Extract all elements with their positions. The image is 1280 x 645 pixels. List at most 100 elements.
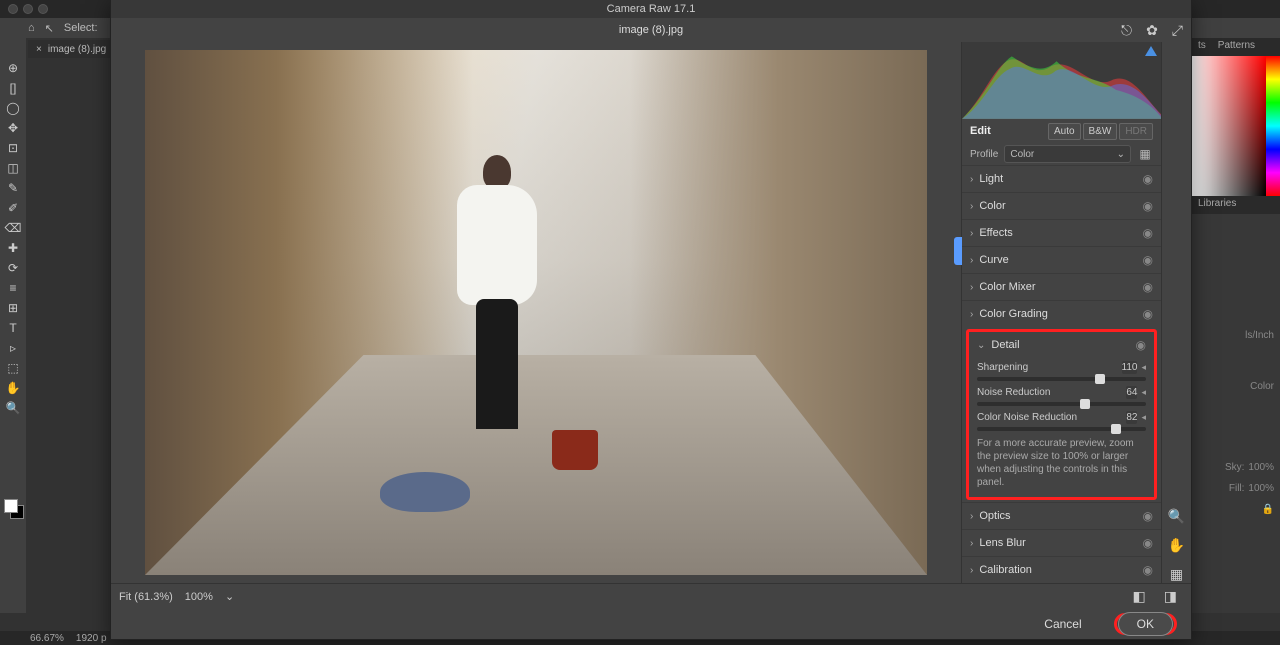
visibility-icon[interactable]: ◉ [1136, 338, 1146, 352]
section-detail[interactable]: ⌄ Detail ◉ [969, 332, 1154, 358]
reset-icon[interactable]: ◂ [1141, 362, 1146, 372]
tool-type[interactable]: T [3, 320, 23, 336]
cr-title-text: Camera Raw 17.1 [607, 3, 696, 15]
cr-zoom-bar: Fit (61.3%) 100% ⌄ ◧ ◨ [111, 583, 1191, 609]
tool-lasso[interactable]: ◯ [3, 100, 23, 116]
tool-zoom[interactable]: 🔍 [3, 400, 23, 416]
chevron-right-icon: › [970, 255, 973, 266]
section-effects[interactable]: ›Effects◉ [962, 220, 1161, 246]
document-tab[interactable]: × image (8).jpg [28, 40, 114, 58]
export-icon[interactable]: ⎋ [1121, 22, 1132, 39]
cnr-value[interactable]: 82 [1126, 411, 1137, 424]
cnr-slider[interactable] [977, 427, 1146, 431]
tool-move[interactable]: ⊕ [3, 60, 23, 76]
tool-brush[interactable]: ⌫ [3, 220, 23, 236]
visibility-icon[interactable]: ◉ [1143, 226, 1153, 240]
tool-frame[interactable]: ◫ [3, 160, 23, 176]
visibility-icon[interactable]: ◉ [1143, 253, 1153, 267]
tool-crop[interactable]: ⊡ [3, 140, 23, 156]
settings-icon[interactable]: ✿ [1146, 22, 1158, 39]
home-icon[interactable]: ⌂ [28, 22, 35, 34]
preview-area[interactable] [111, 42, 961, 583]
profile-select[interactable]: Color ⌄ [1004, 145, 1131, 163]
tool-heal[interactable]: ✐ [3, 200, 23, 216]
close-dot[interactable] [8, 4, 18, 14]
section-lensblur[interactable]: ›Lens Blur◉ [962, 530, 1161, 556]
visibility-icon[interactable]: ◉ [1143, 509, 1153, 523]
section-grading[interactable]: ›Color Grading◉ [962, 301, 1161, 327]
zoom-100[interactable]: 100% [185, 591, 213, 603]
chevron-right-icon: › [970, 282, 973, 293]
bw-button[interactable]: B&W [1083, 123, 1118, 140]
tool-select[interactable]: ✥ [3, 120, 23, 136]
tool-history[interactable]: ⟳ [3, 260, 23, 276]
visibility-icon[interactable]: ◉ [1143, 536, 1153, 550]
section-light[interactable]: ›Light◉ [962, 166, 1161, 192]
before-after-icon[interactable]: ◨ [1164, 588, 1177, 605]
fill-val: 100% [1248, 483, 1274, 494]
section-optics[interactable]: ›Optics◉ [962, 503, 1161, 529]
window-controls [8, 4, 48, 14]
arrow-icon[interactable]: ↖ [45, 22, 54, 35]
profile-browser-icon[interactable]: ▦ [1137, 146, 1153, 162]
visibility-icon[interactable]: ◉ [1143, 280, 1153, 294]
visibility-icon[interactable]: ◉ [1143, 199, 1153, 213]
chevron-down-icon: ⌄ [1117, 149, 1125, 160]
reset-icon[interactable]: ◂ [1141, 412, 1146, 422]
histogram[interactable] [962, 42, 1161, 119]
section-color[interactable]: ›Color◉ [962, 193, 1161, 219]
detail-highlight: ⌄ Detail ◉ Sharpening 110◂ Noise Re [966, 329, 1157, 500]
ps-zoom: 66.67% [30, 633, 64, 644]
tab-patterns[interactable]: Patterns [1212, 38, 1261, 56]
section-curve[interactable]: ›Curve◉ [962, 247, 1161, 273]
tab-filename: image (8).jpg [48, 44, 106, 55]
zoom-tool-icon[interactable]: 🔍 [1168, 508, 1185, 525]
nr-label: Noise Reduction [977, 387, 1050, 398]
maximize-dot[interactable] [38, 4, 48, 14]
camera-raw-dialog: Camera Raw 17.1 image (8).jpg ⎋ ✿ ⤢ [110, 0, 1192, 640]
cr-vertical-toolbar: 🔍 ✋ ▦ ▤ [1161, 42, 1191, 583]
res-unit: ls/Inch [1198, 330, 1274, 341]
color-picker[interactable] [1192, 56, 1280, 196]
before-icon[interactable]: ◧ [1133, 588, 1146, 605]
hand-tool-icon[interactable]: ✋ [1168, 537, 1185, 554]
hdr-button[interactable]: HDR [1119, 123, 1153, 140]
visibility-icon[interactable]: ◉ [1143, 563, 1153, 577]
nr-slider[interactable] [977, 402, 1146, 406]
sharpening-slider[interactable] [977, 377, 1146, 381]
ok-button[interactable]: OK [1118, 612, 1173, 636]
clip-warning-icon[interactable] [1145, 46, 1157, 56]
tool-hand[interactable]: ✋ [3, 380, 23, 396]
tool-gradient[interactable]: ⊞ [3, 300, 23, 316]
fullscreen-icon[interactable]: ⤢ [1172, 22, 1183, 39]
lock-icon[interactable]: 🔒 [1198, 504, 1274, 515]
chevron-right-icon: › [970, 511, 973, 522]
tab-swatches[interactable]: ts [1192, 38, 1212, 56]
auto-button[interactable]: Auto [1048, 123, 1081, 140]
zoom-chevron-icon[interactable]: ⌄ [225, 590, 234, 603]
visibility-icon[interactable]: ◉ [1143, 307, 1153, 321]
cnr-label: Color Noise Reduction [977, 412, 1077, 423]
tool-marquee[interactable]: [] [3, 80, 23, 96]
sharpening-value[interactable]: 110 [1122, 361, 1138, 374]
tool-stamp[interactable]: ✚ [3, 240, 23, 256]
fg-swatch[interactable] [4, 499, 18, 513]
close-tab-icon[interactable]: × [36, 44, 42, 55]
cancel-button[interactable]: Cancel [1026, 613, 1099, 635]
tool-path[interactable]: ▹ [3, 340, 23, 356]
nr-value[interactable]: 64 [1126, 386, 1137, 399]
section-calibration[interactable]: ›Calibration◉ [962, 557, 1161, 583]
compare-icon[interactable]: ▦ [1170, 566, 1183, 583]
tool-eyedrop[interactable]: ✎ [3, 180, 23, 196]
cr-header: image (8).jpg ⎋ ✿ ⤢ [111, 18, 1191, 42]
minimize-dot[interactable] [23, 4, 33, 14]
section-mixer[interactable]: ›Color Mixer◉ [962, 274, 1161, 300]
filmstrip-toggle[interactable] [954, 237, 962, 265]
tab-libraries[interactable]: Libraries [1192, 196, 1242, 214]
fit-label[interactable]: Fit (61.3%) [119, 591, 173, 603]
tool-eraser[interactable]: ≡ [3, 280, 23, 296]
visibility-icon[interactable]: ◉ [1143, 172, 1153, 186]
tool-shape[interactable]: ⬚ [3, 360, 23, 376]
ps-right-panels: ts Patterns Libraries ls/Inch Color Sky:… [1192, 38, 1280, 613]
reset-icon[interactable]: ◂ [1141, 387, 1146, 397]
